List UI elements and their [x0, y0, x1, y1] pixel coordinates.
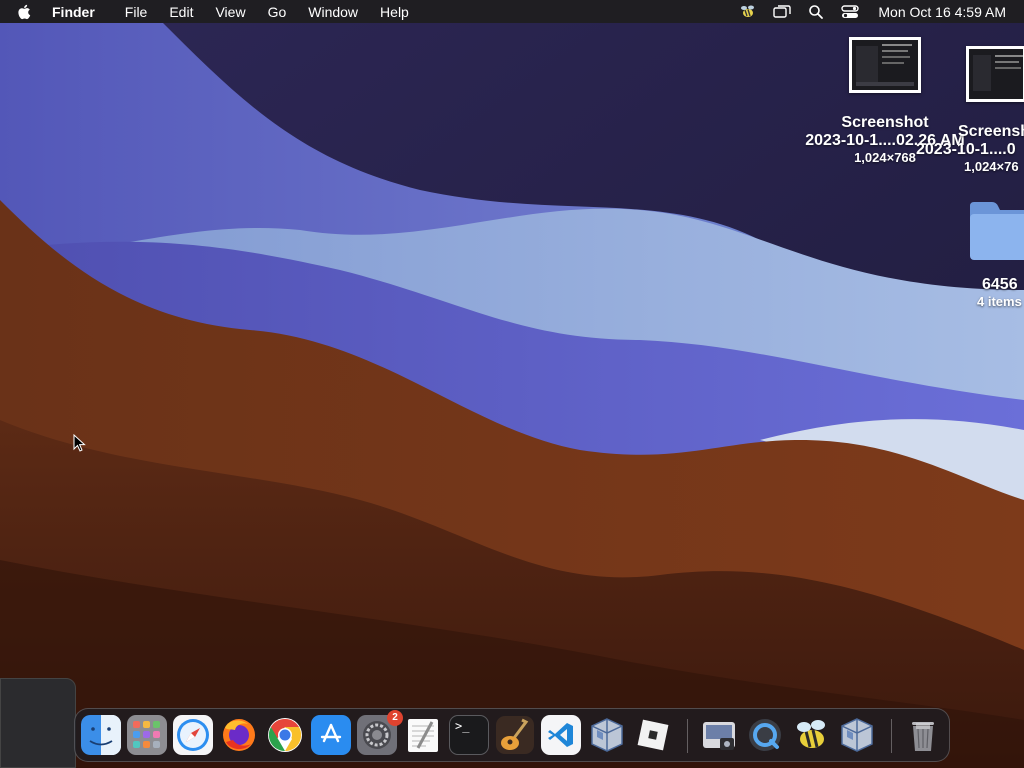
- dock-textedit[interactable]: [403, 715, 443, 755]
- folder-icon: [966, 198, 1024, 262]
- dock-preview[interactable]: [699, 715, 739, 755]
- chrome-icon: [268, 718, 302, 752]
- dock-vscode[interactable]: [541, 715, 581, 755]
- file-name-line2: 2023-10-1....0: [916, 141, 1016, 158]
- menu-bar-clock[interactable]: Mon Oct 16 4:59 AM: [878, 4, 1006, 20]
- dock-system-settings[interactable]: 2: [357, 710, 403, 755]
- virtualbox-icon: [591, 718, 623, 752]
- bee-icon: [797, 720, 825, 748]
- dock-app-store[interactable]: [311, 715, 351, 755]
- screen-mirroring-icon[interactable]: [772, 4, 792, 20]
- spotlight-search-icon[interactable]: [806, 4, 826, 20]
- preview-icon: [703, 722, 735, 750]
- dock-launchpad[interactable]: [127, 715, 167, 755]
- terminal-icon: >_: [455, 719, 470, 733]
- garageband-icon: [496, 716, 534, 754]
- launchpad-icon: [133, 721, 160, 748]
- apple-menu-icon[interactable]: [18, 3, 36, 21]
- textedit-icon: [408, 719, 438, 752]
- dock-safari[interactable]: [173, 715, 213, 755]
- dock-quicktime[interactable]: [745, 715, 785, 755]
- finder-icon: [81, 715, 121, 755]
- quicktime-icon: [749, 719, 781, 751]
- roblox-icon: [637, 719, 669, 751]
- trash-icon: [912, 722, 934, 751]
- dock-chrome[interactable]: [265, 715, 305, 755]
- menu-bar-extras: Mon Oct 16 4:59 AM: [724, 0, 1006, 23]
- firefox-icon: [223, 719, 255, 751]
- desktop-file-screenshot-2[interactable]: Screensh 2023-10-1....0 1,024×76: [900, 46, 1024, 175]
- bee-icon[interactable]: [738, 4, 758, 20]
- vscode-icon: [548, 723, 573, 747]
- partial-window[interactable]: [0, 678, 76, 768]
- virtualbox-icon: [841, 718, 873, 752]
- menu-help[interactable]: Help: [380, 4, 409, 20]
- file-thumbnail: [966, 46, 1024, 102]
- dock-virtualbox[interactable]: [587, 715, 627, 755]
- safari-icon: [177, 719, 209, 751]
- dock-terminal[interactable]: >_: [449, 715, 489, 755]
- app-store-icon: [320, 723, 342, 743]
- dock-firefox[interactable]: [219, 715, 259, 755]
- dock-finder[interactable]: [81, 715, 121, 755]
- dock-virtualbox-vm[interactable]: [837, 715, 877, 755]
- dock-separator: [891, 719, 892, 753]
- menu-app-name[interactable]: Finder: [52, 4, 95, 20]
- dock-roblox[interactable]: [633, 715, 673, 755]
- menu-bar: Finder File Edit View Go Window Help Mon…: [0, 0, 1024, 23]
- menu-edit[interactable]: Edit: [169, 4, 193, 20]
- menu-view[interactable]: View: [215, 4, 245, 20]
- file-dimensions: 1,024×76: [964, 159, 1019, 174]
- folder-name: 6456: [982, 276, 1018, 293]
- dock-bee-app[interactable]: [791, 715, 831, 755]
- notification-badge: 2: [387, 710, 403, 726]
- dock: 2 >_: [74, 708, 950, 762]
- file-name: Screensh: [958, 123, 1024, 140]
- menu-go[interactable]: Go: [268, 4, 287, 20]
- dock-trash[interactable]: [903, 715, 943, 755]
- desktop-folder-6456[interactable]: 6456 4 items: [960, 198, 1024, 310]
- dock-separator: [687, 719, 688, 753]
- mouse-cursor-icon: [73, 434, 86, 452]
- control-center-icon[interactable]: [840, 4, 860, 20]
- menu-window[interactable]: Window: [308, 4, 358, 20]
- folder-item-count: 4 items: [977, 294, 1022, 309]
- menu-file[interactable]: File: [125, 4, 148, 20]
- dock-garageband[interactable]: [495, 715, 535, 755]
